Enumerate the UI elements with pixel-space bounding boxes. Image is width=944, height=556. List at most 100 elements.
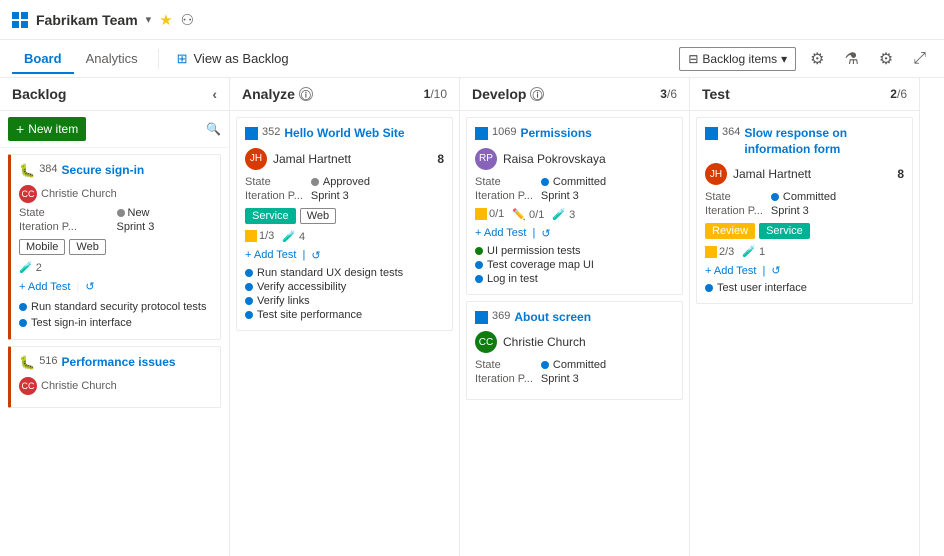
tag-web[interactable]: Web	[69, 239, 105, 255]
tag-mobile[interactable]: Mobile	[19, 239, 65, 255]
develop-col-body: 1069 Permissions RP Raisa Pokrovskaya St…	[460, 111, 689, 556]
test-item: Run standard UX design tests	[245, 266, 444, 280]
nav-item-board[interactable]: Board	[12, 43, 74, 74]
card-369-person: CC Christie Church	[475, 331, 674, 353]
card-364-id: 364	[722, 126, 740, 138]
card-352-test-actions: + Add Test | ↺	[245, 249, 444, 262]
develop-info-icon[interactable]: ⓘ	[530, 87, 544, 101]
analyze-count: 1/10	[424, 87, 447, 101]
item-id: 384	[39, 163, 57, 175]
sep-364: |	[762, 265, 765, 277]
team-logo: Fabrikam Team ▾ ★ ⚇	[12, 11, 194, 29]
team-name: Fabrikam Team	[36, 12, 138, 28]
analyze-count-current: 1	[424, 87, 431, 101]
analyze-col-title: Analyze ⓘ	[242, 86, 313, 102]
item-person-row: CC Christie Church	[19, 185, 212, 203]
card-369-title-row: 369 About screen	[475, 310, 674, 326]
person-name-jh2: Jamal Hartnett	[733, 167, 811, 181]
card-1069-test-actions: + Add Test | ↺	[475, 227, 674, 240]
add-test-link-1069[interactable]: + Add Test	[475, 227, 526, 239]
sep-352: |	[302, 249, 305, 261]
test-dot	[19, 303, 27, 311]
tag-review-364[interactable]: Review	[705, 223, 755, 239]
test-item: Log in test	[475, 272, 674, 286]
refresh-icon[interactable]: ↺	[85, 280, 94, 293]
card-352-tests: Run standard UX design tests Verify acce…	[245, 266, 444, 322]
card-1069-title[interactable]: Permissions	[520, 126, 591, 142]
person-name: Christie Church	[41, 188, 117, 200]
item-title[interactable]: Secure sign-in	[62, 163, 145, 177]
develop-col-title: Develop ⓘ	[472, 86, 544, 102]
tag-service-352[interactable]: Service	[245, 208, 296, 224]
test-item: UI permission tests	[475, 244, 674, 258]
card-type-icon	[245, 127, 258, 140]
settings-gear-icon[interactable]: ⚙	[873, 47, 899, 71]
logo-icon	[12, 12, 28, 28]
refresh-icon-1069[interactable]: ↺	[541, 227, 550, 240]
develop-col-header: Develop ⓘ 3/6	[460, 78, 689, 111]
card-352: 352 Hello World Web Site JH Jamal Hartne…	[236, 117, 453, 331]
view-as-backlog-button[interactable]: ⊞ View as Backlog	[167, 47, 299, 71]
backlog-view-icon: ⊞	[177, 51, 188, 67]
item-title-row-516: 🐛 516 Performance issues	[19, 355, 212, 371]
item-person-row-516: CC Christie Church	[19, 377, 212, 395]
search-icon[interactable]: 🔍	[206, 122, 221, 136]
flask-1069: 🧪 3	[552, 208, 575, 221]
collapse-icon[interactable]: ‹	[212, 86, 217, 102]
new-item-button[interactable]: + New item	[8, 117, 86, 141]
state-label-1069: State	[475, 176, 533, 188]
yellow-box-icon-1069	[475, 208, 487, 220]
backlog-items-label: Backlog items	[702, 52, 777, 66]
backlog-items-button[interactable]: ⊟ Backlog items ▾	[679, 47, 796, 71]
card-364-title[interactable]: Slow response on information form	[744, 126, 904, 157]
state-val-369: Committed	[541, 359, 674, 371]
card-369-id: 369	[492, 310, 510, 322]
card-1069-title-row: 1069 Permissions	[475, 126, 674, 142]
item-bug-icon: 🐛	[19, 163, 35, 179]
flask-352: 🧪 4	[282, 230, 305, 243]
test-count: 2/6	[890, 87, 907, 101]
person-avatar-cc2: CC	[475, 331, 497, 353]
add-test-link[interactable]: + Add Test	[19, 281, 70, 293]
iter-val-364: Sprint 3	[771, 205, 904, 217]
nav-item-analytics[interactable]: Analytics	[74, 43, 150, 74]
item-id-516: 516	[39, 355, 57, 367]
iter-val-369: Sprint 3	[541, 373, 674, 385]
item-title-516[interactable]: Performance issues	[62, 355, 176, 369]
refresh-icon-364[interactable]: ↺	[771, 264, 780, 277]
backlog-item: 🐛 384 Secure sign-in CC Christie Church …	[8, 154, 221, 340]
test-list-item: Run standard security protocol tests	[19, 299, 212, 315]
state-value: New	[117, 207, 213, 219]
add-test-link-364[interactable]: + Add Test	[705, 265, 756, 277]
yellow-box-icon-364	[705, 246, 717, 258]
actions-sep: |	[76, 281, 79, 293]
person-avatar-jh2: JH	[705, 163, 727, 185]
add-test-link-352[interactable]: + Add Test	[245, 249, 296, 261]
fullscreen-icon[interactable]: ⤢	[907, 48, 932, 70]
members-icon[interactable]: ⚇	[181, 11, 194, 29]
card-352-meta: State Approved Iteration P... Sprint 3	[245, 176, 444, 202]
analyze-info-icon[interactable]: ⓘ	[299, 87, 313, 101]
backlog-col-header: Backlog ‹	[0, 78, 229, 111]
card-364-test-actions: + Add Test | ↺	[705, 264, 904, 277]
sprint-columns: Analyze ⓘ 1/10 352 Hello World Web Site	[230, 78, 944, 556]
test-list: Run standard security protocol tests Tes…	[19, 299, 212, 331]
test-item: Test site performance	[245, 308, 444, 322]
chevron-down-icon[interactable]: ▾	[146, 13, 152, 26]
tag-service-364[interactable]: Service	[759, 223, 810, 239]
settings-icon[interactable]: ⚙	[804, 47, 830, 71]
favorite-star-icon[interactable]: ★	[159, 11, 172, 29]
refresh-icon-352[interactable]: ↺	[311, 249, 320, 262]
card-369-title[interactable]: About screen	[514, 310, 591, 326]
test-item: Verify links	[245, 294, 444, 308]
test-col-body: 364 Slow response on information form JH…	[690, 111, 919, 556]
card-type-icon-1069	[475, 127, 488, 140]
analyze-column: Analyze ⓘ 1/10 352 Hello World Web Site	[230, 78, 460, 556]
filter-icon[interactable]: ⚗	[839, 47, 865, 71]
test-dot	[245, 297, 253, 305]
backlog-items-icon: ⊟	[688, 52, 698, 66]
view-as-backlog-label: View as Backlog	[194, 51, 289, 66]
tag-web-352[interactable]: Web	[300, 208, 336, 224]
person-name-cc2: Christie Church	[503, 335, 586, 349]
card-352-title[interactable]: Hello World Web Site	[284, 126, 404, 142]
